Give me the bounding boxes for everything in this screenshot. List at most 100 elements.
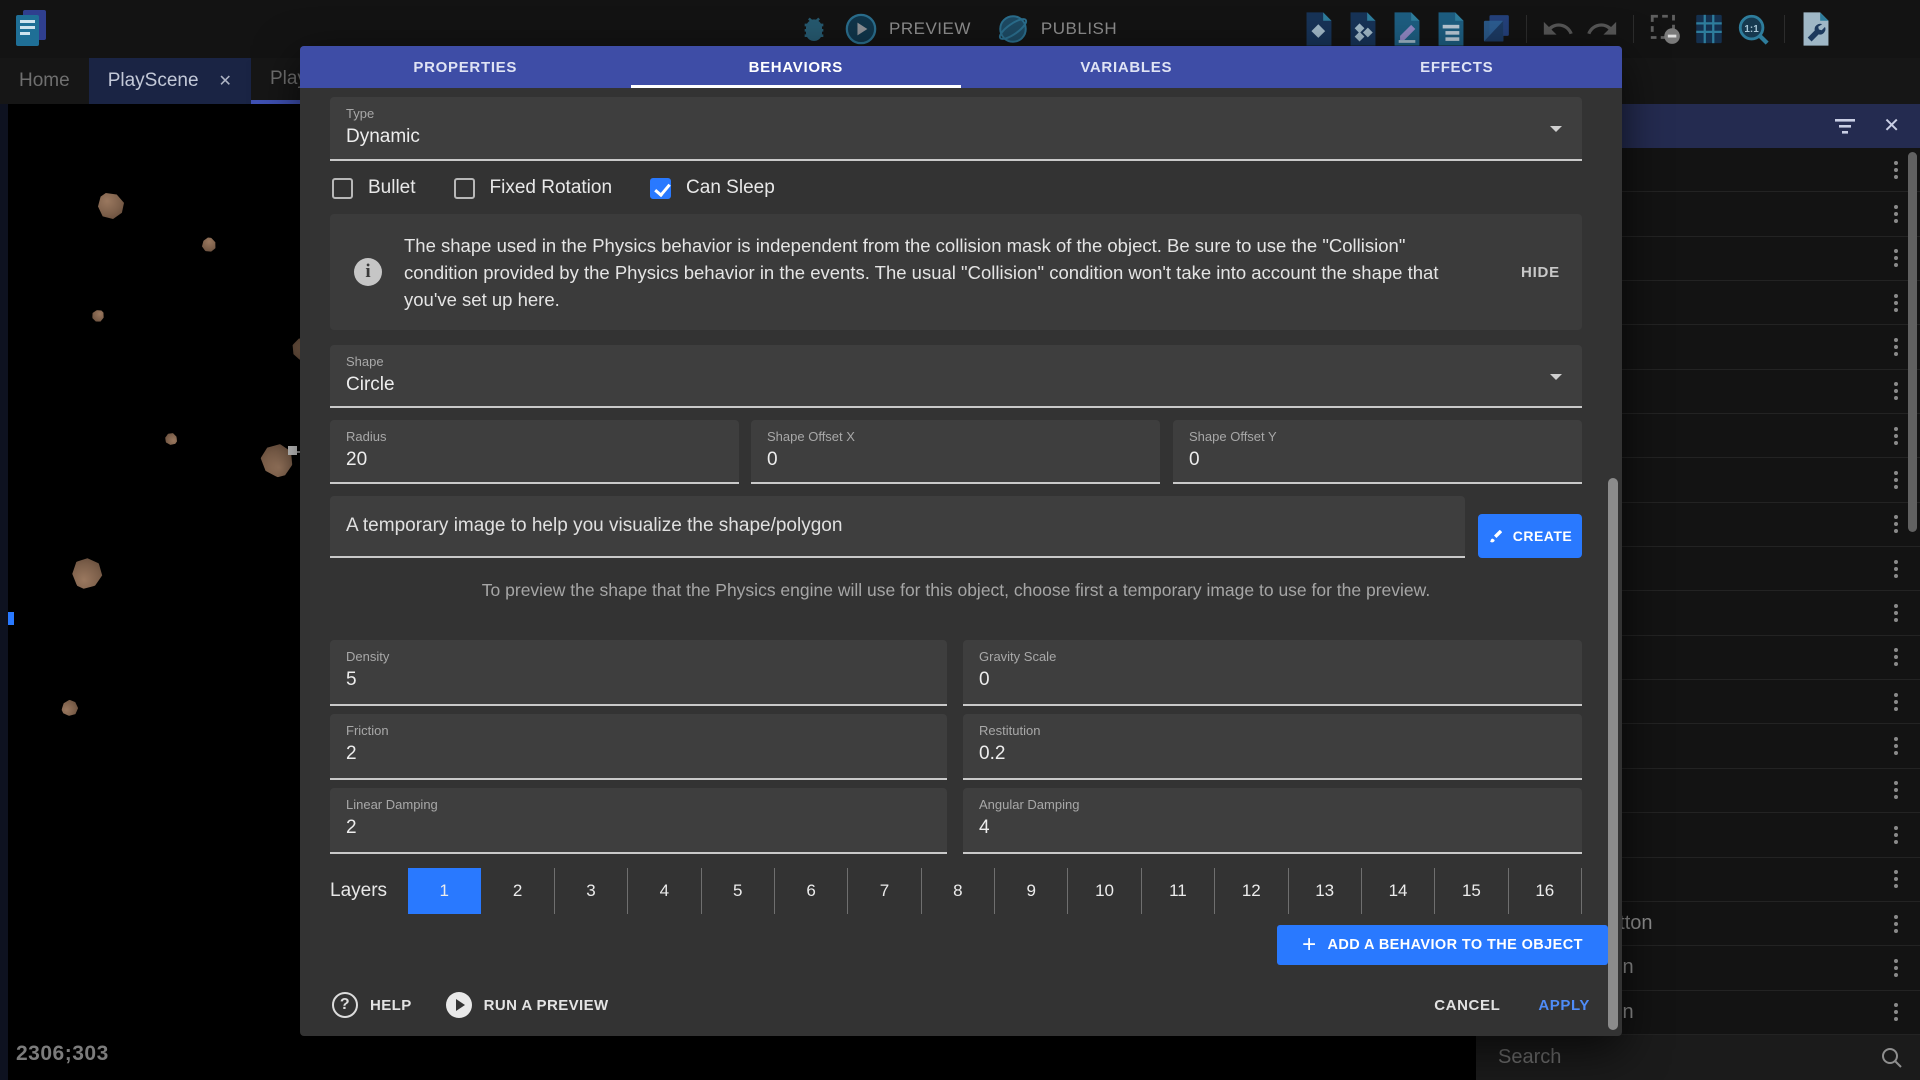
layers-row: Layers 12345678910111213141516 <box>330 868 1582 914</box>
kebab-menu-icon[interactable] <box>1890 644 1902 670</box>
shape-offset-y-field[interactable]: Shape Offset Y 0 <box>1173 420 1582 484</box>
tab-close-icon[interactable]: ✕ <box>219 71 232 91</box>
asteroid-sprite[interactable] <box>91 309 105 323</box>
layer-option-14[interactable]: 14 <box>1362 868 1435 914</box>
publish-label[interactable]: PUBLISH <box>1041 19 1117 39</box>
run-preview-button[interactable]: RUN A PREVIEW <box>446 992 609 1018</box>
undo-icon[interactable] <box>1539 10 1577 48</box>
gravity-scale-field[interactable]: Gravity Scale 0 <box>963 640 1582 706</box>
object-doc-icon[interactable] <box>1300 10 1338 48</box>
search-icon <box>1880 1046 1904 1070</box>
can-sleep-checkbox[interactable]: Can Sleep <box>650 177 775 199</box>
fixed-rotation-checkbox[interactable]: Fixed Rotation <box>454 177 613 199</box>
filter-icon[interactable] <box>1835 119 1855 134</box>
kebab-menu-icon[interactable] <box>1890 423 1902 449</box>
layer-option-16[interactable]: 16 <box>1509 868 1582 914</box>
layer-option-8[interactable]: 8 <box>922 868 995 914</box>
kebab-menu-icon[interactable] <box>1890 334 1902 360</box>
layer-option-3[interactable]: 3 <box>555 868 628 914</box>
tab-playscene[interactable]: PlayScene ✕ <box>89 58 251 104</box>
tab-effects[interactable]: EFFECTS <box>1292 46 1623 88</box>
kebab-menu-icon[interactable] <box>1890 511 1902 537</box>
angular-damping-field[interactable]: Angular Damping 4 <box>963 788 1582 854</box>
kebab-menu-icon[interactable] <box>1890 689 1902 715</box>
kebab-menu-icon[interactable] <box>1890 866 1902 892</box>
kebab-menu-icon[interactable] <box>1890 556 1902 582</box>
kebab-menu-icon[interactable] <box>1890 955 1902 981</box>
redo-icon[interactable] <box>1583 10 1621 48</box>
asteroid-sprite[interactable] <box>98 193 124 219</box>
apply-button[interactable]: APPLY <box>1538 997 1590 1014</box>
temp-image-field[interactable]: A temporary image to help you visualize … <box>330 496 1465 558</box>
create-button[interactable]: CREATE <box>1478 514 1582 558</box>
layers-icon[interactable] <box>1476 10 1514 48</box>
publish-planet-icon[interactable] <box>994 10 1032 48</box>
layer-option-7[interactable]: 7 <box>848 868 921 914</box>
type-select[interactable]: Type Dynamic <box>330 97 1582 161</box>
layer-option-1[interactable]: 1 <box>408 868 481 914</box>
cancel-button[interactable]: CANCEL <box>1434 997 1500 1014</box>
tab-home[interactable]: Home <box>0 58 89 104</box>
bullet-checkbox[interactable]: Bullet <box>332 177 416 199</box>
kebab-menu-icon[interactable] <box>1890 201 1902 227</box>
dialog-scrollbar[interactable] <box>1608 478 1618 1030</box>
density-field[interactable]: Density 5 <box>330 640 947 706</box>
tab-properties[interactable]: PROPERTIES <box>300 46 631 88</box>
preview-play-icon[interactable] <box>842 10 880 48</box>
debug-bug-icon[interactable] <box>795 10 833 48</box>
kebab-menu-icon[interactable] <box>1890 467 1902 493</box>
hide-button[interactable]: HIDE <box>1521 264 1560 281</box>
friction-field[interactable]: Friction 2 <box>330 714 947 780</box>
layer-option-13[interactable]: 13 <box>1289 868 1362 914</box>
tab-behaviors[interactable]: BEHAVIORS <box>631 46 962 88</box>
kebab-menu-icon[interactable] <box>1890 733 1902 759</box>
object-search-field[interactable]: Search <box>1476 1035 1920 1080</box>
kebab-menu-icon[interactable] <box>1890 911 1902 937</box>
events-list-icon[interactable] <box>1432 10 1470 48</box>
layer-option-6[interactable]: 6 <box>775 868 848 914</box>
layer-option-4[interactable]: 4 <box>628 868 701 914</box>
asteroid-sprite[interactable] <box>199 235 219 255</box>
layer-option-15[interactable]: 15 <box>1435 868 1508 914</box>
grid-icon[interactable] <box>1690 10 1728 48</box>
restitution-field[interactable]: Restitution 0.2 <box>963 714 1582 780</box>
deselect-marquee-icon[interactable] <box>1646 10 1684 48</box>
search-placeholder: Search <box>1498 1046 1561 1069</box>
kebab-menu-icon[interactable] <box>1890 777 1902 803</box>
tab-variables[interactable]: VARIABLES <box>961 46 1292 88</box>
layer-option-10[interactable]: 10 <box>1068 868 1141 914</box>
preview-label[interactable]: PREVIEW <box>889 19 971 39</box>
shape-offset-x-field[interactable]: Shape Offset X 0 <box>751 420 1160 484</box>
kebab-menu-icon[interactable] <box>1890 999 1902 1025</box>
layer-option-9[interactable]: 9 <box>995 868 1068 914</box>
asteroid-sprite[interactable] <box>61 699 80 718</box>
layer-option-11[interactable]: 11 <box>1142 868 1215 914</box>
checkbox-checked-icon <box>650 178 671 199</box>
selection-handle[interactable] <box>288 446 297 455</box>
edge-selection-handle[interactable] <box>8 612 14 625</box>
kebab-menu-icon[interactable] <box>1890 822 1902 848</box>
objects-group-icon[interactable] <box>1344 10 1382 48</box>
kebab-menu-icon[interactable] <box>1890 378 1902 404</box>
tools-wrench-icon[interactable] <box>1797 10 1835 48</box>
kebab-menu-icon[interactable] <box>1890 157 1902 183</box>
linear-damping-field[interactable]: Linear Damping 2 <box>330 788 947 854</box>
asteroid-sprite[interactable] <box>67 553 108 594</box>
shape-select[interactable]: Shape Circle <box>330 345 1582 408</box>
asteroid-sprite[interactable] <box>163 431 178 446</box>
kebab-menu-icon[interactable] <box>1890 290 1902 316</box>
radius-field[interactable]: Radius 20 <box>330 420 739 484</box>
layer-option-5[interactable]: 5 <box>702 868 775 914</box>
zoom-1-1-icon[interactable]: 1:1 <box>1734 10 1772 48</box>
panel-scrollbar[interactable] <box>1908 152 1917 532</box>
help-button[interactable]: ? HELP <box>332 992 412 1018</box>
close-icon[interactable]: ✕ <box>1883 116 1900 136</box>
layer-option-2[interactable]: 2 <box>481 868 554 914</box>
type-label: Type <box>346 106 1566 121</box>
app-logo-icon[interactable] <box>12 7 50 54</box>
kebab-menu-icon[interactable] <box>1890 245 1902 271</box>
add-behavior-button[interactable]: + ADD A BEHAVIOR TO THE OBJECT <box>1277 925 1608 965</box>
edit-scene-icon[interactable] <box>1388 10 1426 48</box>
layer-option-12[interactable]: 12 <box>1215 868 1288 914</box>
kebab-menu-icon[interactable] <box>1890 600 1902 626</box>
